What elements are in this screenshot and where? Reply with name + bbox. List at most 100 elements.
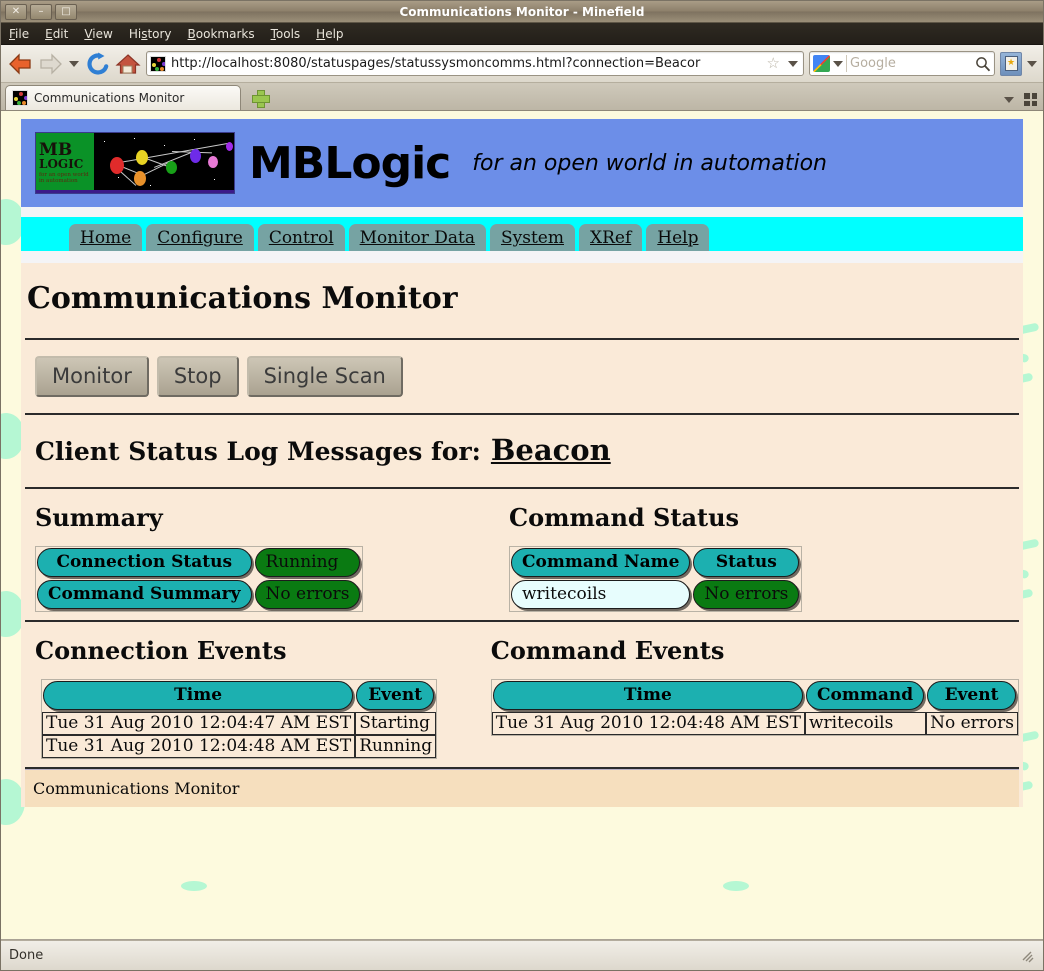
connection-events-heading: Connection Events bbox=[35, 636, 287, 665]
grid-icon[interactable] bbox=[1024, 93, 1037, 106]
cell-time: Tue 31 Aug 2010 12:04:47 AM EST bbox=[42, 712, 356, 735]
connection-events-table: Time Event Tue 31 Aug 2010 12:04:47 AM E… bbox=[41, 679, 438, 759]
banner-spacer bbox=[21, 207, 1023, 217]
back-arrow-icon[interactable] bbox=[7, 52, 33, 76]
resize-grip-icon[interactable] bbox=[1019, 948, 1035, 964]
nav-item-xref[interactable]: XRef bbox=[579, 224, 643, 251]
nav-item-control[interactable]: Control bbox=[257, 224, 345, 251]
menu-view[interactable]: View bbox=[84, 27, 112, 41]
summary-value-connection-status: Running bbox=[254, 548, 361, 577]
reload-icon[interactable] bbox=[86, 52, 110, 76]
cell-time: Tue 31 Aug 2010 12:04:48 AM EST bbox=[42, 735, 356, 758]
window-controls: ✕ – □ bbox=[1, 3, 77, 20]
col-time: Time bbox=[43, 681, 354, 710]
page-title: Communications Monitor bbox=[27, 281, 458, 316]
command-status-table: Command Name Status writecoils No errors bbox=[509, 546, 803, 612]
mblogic-favicon bbox=[150, 55, 166, 72]
stop-button[interactable]: Stop bbox=[156, 356, 239, 397]
star-glyph: ★ bbox=[1004, 56, 1018, 71]
window-title: Communications Monitor - Minefield bbox=[399, 4, 645, 19]
url-text[interactable]: http://localhost:8080/statuspages/status… bbox=[171, 56, 762, 71]
site-nav: Home Configure Control Monitor Data Syst… bbox=[21, 217, 1023, 251]
summary-value-command-summary: No errors bbox=[254, 580, 361, 609]
logo-text-block: MB LOGIC for an open world in automation bbox=[36, 133, 94, 193]
home-icon[interactable] bbox=[115, 52, 141, 76]
cell-event: Starting bbox=[355, 712, 437, 735]
table-row: Tue 31 Aug 2010 12:04:48 AM EST Running bbox=[42, 735, 437, 758]
table-row: Connection Status Running bbox=[36, 547, 362, 579]
monitor-button[interactable]: Monitor bbox=[35, 356, 149, 397]
tab-strip: Communications Monitor bbox=[1, 83, 1043, 111]
connection-events-block: Connection Events Time Event Tue 31 Aug … bbox=[25, 636, 462, 759]
command-status-heading: Command Status bbox=[509, 503, 740, 532]
subtitle-prefix: Client Status Log Messages for: bbox=[35, 437, 481, 466]
menu-bookmarks[interactable]: Bookmarks bbox=[188, 27, 255, 41]
title-bar: ✕ – □ Communications Monitor - Minefield bbox=[1, 1, 1043, 23]
bookmarks-toolbar-icon[interactable]: ★ bbox=[1000, 51, 1022, 76]
command-status-block: Command Status Command Name Status write… bbox=[480, 503, 1019, 612]
col-event: Event bbox=[356, 681, 435, 710]
tab-communications-monitor[interactable]: Communications Monitor bbox=[5, 85, 241, 110]
menu-help[interactable]: Help bbox=[316, 27, 343, 41]
summary-label-command-summary: Command Summary bbox=[37, 580, 252, 609]
plus-icon[interactable] bbox=[251, 89, 270, 108]
divider bbox=[846, 55, 847, 72]
chevron-down-icon[interactable] bbox=[69, 60, 79, 67]
list-all-tabs-chevron-icon[interactable] bbox=[1004, 96, 1014, 103]
page-content: MB LOGIC for an open world in automation bbox=[21, 111, 1023, 939]
page-footer: Communications Monitor bbox=[25, 770, 1019, 807]
col-command: Command bbox=[805, 681, 925, 710]
logo-logic-text: LOGIC bbox=[39, 156, 84, 171]
search-input[interactable]: Google bbox=[850, 56, 972, 71]
nav-item-configure[interactable]: Configure bbox=[146, 224, 254, 251]
bookmark-star-icon[interactable]: ☆ bbox=[767, 56, 780, 71]
cell-event: No errors bbox=[926, 712, 1018, 735]
nav-item-system[interactable]: System bbox=[490, 224, 575, 251]
google-icon[interactable] bbox=[813, 55, 830, 72]
status-text: Done bbox=[9, 948, 44, 963]
status-bar: Done bbox=[1, 940, 1043, 970]
minimize-button[interactable]: – bbox=[30, 3, 52, 20]
col-event: Event bbox=[927, 681, 1016, 710]
maximize-button[interactable]: □ bbox=[55, 3, 77, 20]
brand-tagline: for an open world in automation bbox=[472, 150, 827, 176]
logo-mb-text: MB bbox=[39, 139, 73, 160]
menu-tools[interactable]: Tools bbox=[271, 27, 301, 41]
single-scan-button[interactable]: Single Scan bbox=[246, 356, 403, 397]
connection-name: Beacon bbox=[490, 433, 611, 467]
search-bar[interactable]: Google bbox=[809, 51, 995, 76]
table-row: Tue 31 Aug 2010 12:04:47 AM EST Starting bbox=[42, 712, 437, 735]
url-bar[interactable]: http://localhost:8080/statuspages/status… bbox=[146, 51, 804, 76]
nav-item-monitor-data[interactable]: Monitor Data bbox=[348, 224, 486, 251]
col-time: Time bbox=[492, 681, 803, 710]
menu-history[interactable]: History bbox=[129, 27, 172, 41]
page-viewport: MB LOGIC for an open world in automation bbox=[1, 111, 1043, 940]
nav-spacer bbox=[21, 251, 1023, 263]
table-row: Command Summary No errors bbox=[36, 579, 362, 611]
table-header-row: Time Command Event bbox=[492, 680, 1018, 712]
table-row: writecoils No errors bbox=[510, 579, 801, 611]
close-button[interactable]: ✕ bbox=[5, 3, 27, 20]
cell-time: Tue 31 Aug 2010 12:04:48 AM EST bbox=[491, 712, 805, 735]
summary-heading: Summary bbox=[35, 503, 163, 532]
table-header-row: Time Event bbox=[42, 680, 436, 712]
nav-item-help[interactable]: Help bbox=[646, 224, 710, 251]
nav-item-home[interactable]: Home bbox=[69, 224, 143, 251]
cell-command-status: No errors bbox=[693, 580, 800, 609]
magnifier-icon[interactable] bbox=[975, 56, 991, 72]
cell-command-name: writecoils bbox=[511, 580, 691, 609]
site-banner: MB LOGIC for an open world in automation bbox=[21, 119, 1023, 207]
logo-constellation-graphic bbox=[94, 133, 234, 193]
tab-favicon bbox=[12, 90, 28, 106]
brand-name: MBLogic bbox=[249, 137, 451, 189]
client-status-heading: Client Status Log Messages for: Beacon bbox=[25, 415, 1019, 487]
menu-file[interactable]: File bbox=[9, 27, 29, 41]
search-engine-chevron-icon[interactable] bbox=[833, 60, 843, 67]
url-dropdown-icon[interactable] bbox=[788, 60, 798, 67]
cell-event: Running bbox=[355, 735, 437, 758]
summary-table: Connection Status Running Command Summar… bbox=[35, 546, 364, 612]
tabstrip-controls bbox=[1004, 93, 1037, 106]
col-command-name: Command Name bbox=[511, 548, 691, 577]
toolbar-overflow-chevron-icon[interactable] bbox=[1027, 60, 1037, 67]
menu-edit[interactable]: Edit bbox=[45, 27, 68, 41]
